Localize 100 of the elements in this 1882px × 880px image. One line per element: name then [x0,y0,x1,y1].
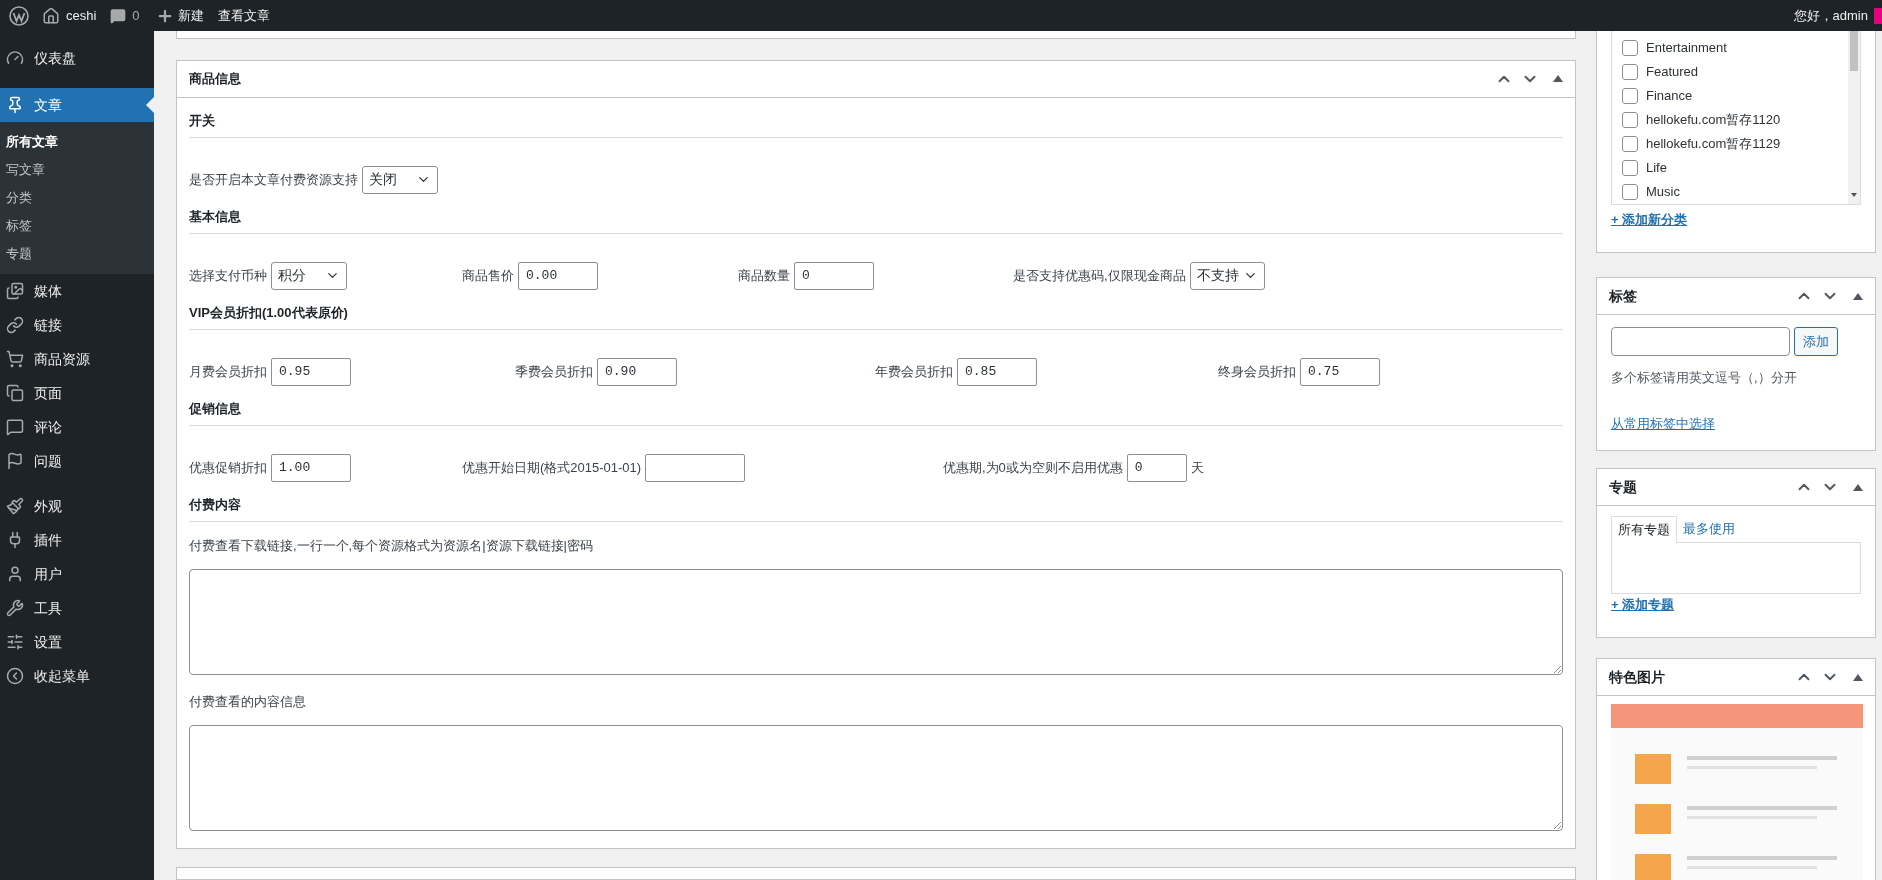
add-category-link[interactable]: + 添加新分类 [1611,212,1688,227]
panel-title: 商品信息 [189,70,241,89]
comment-icon[interactable] [110,7,127,24]
collapse-icon [6,667,24,685]
menu-item[interactable]: 评论 [0,410,154,444]
text-input[interactable]: 0.85 [957,357,1037,386]
home-icon[interactable] [42,6,60,25]
select-dropdown[interactable]: 不支持 [1189,261,1265,290]
menu-item[interactable]: 媒体 [0,274,154,308]
resize-handle-icon[interactable] [1553,664,1561,673]
add-topic-link[interactable]: + 添加专题 [1611,597,1675,612]
menu-item[interactable]: 页面 [0,376,154,410]
field-label: 优惠期,为0或为空则不启用优惠 [943,459,1123,478]
settings-icon [6,633,24,651]
category-label[interactable]: Finance [1646,86,1693,106]
tag-input[interactable] [1611,327,1790,356]
dashboard-icon [6,49,24,67]
wrench-icon [6,599,24,617]
submenu-item[interactable]: 专题 [0,240,154,268]
checkbox[interactable] [1622,64,1638,80]
media-icon [6,282,24,300]
submenu-item[interactable]: 标签 [0,212,154,240]
text-input[interactable]: 0.95 [271,357,351,386]
pages-icon [6,384,24,402]
menu-item[interactable]: 链接 [0,308,154,342]
field-label: 付费查看下载链接,一行一个,每个资源格式为资源名|资源下载链接|密码 [189,536,594,555]
menu-item[interactable]: 商品资源 [0,342,154,376]
select-dropdown[interactable]: 关闭 [362,165,438,194]
menu-item[interactable]: 工具 [0,591,154,625]
menu-item[interactable]: 文章 [0,88,154,122]
link-icon [6,316,24,334]
box-title: 专题 [1609,477,1637,497]
submenu-item[interactable]: 写文章 [0,156,154,184]
checkbox[interactable] [1622,160,1638,176]
greeting-text[interactable]: 您好，admin [1793,5,1874,26]
category-label[interactable]: Featured [1646,62,1699,82]
section-heading: 促销信息 [189,392,1563,426]
submenu-item[interactable]: 所有文章 [0,128,154,156]
box-title: 特色图片 [1609,667,1665,687]
select-dropdown[interactable]: 积分 [271,261,347,290]
wordpress-logo[interactable] [9,5,29,26]
menu-item[interactable]: 设置 [0,625,154,659]
field-label: 付费查看的内容信息 [189,692,307,711]
section-heading: 开关 [189,104,1563,138]
submenu-item[interactable]: 分类 [0,184,154,212]
text-input[interactable] [645,453,746,482]
box-title: 标签 [1609,286,1637,306]
checkbox[interactable] [1622,40,1638,56]
topic-tab[interactable]: 最多使用 [1677,515,1741,542]
menu-item[interactable]: 仪表盘 [0,41,154,75]
text-input[interactable]: 0.00 [518,261,598,290]
category-label[interactable]: Life [1646,158,1667,178]
field-label: 优惠促销折扣 [189,459,267,478]
text-input[interactable]: 0 [1126,453,1187,482]
field-label: 月费会员折扣 [189,363,267,382]
menu-item[interactable]: 问题 [0,444,154,478]
field-label: 商品数量 [738,267,790,286]
category-label[interactable]: hellokefu.com暂存1129 [1646,134,1781,154]
flag-icon [6,452,24,470]
menu-item[interactable]: 插件 [0,523,154,557]
comment-icon [6,418,24,436]
textarea[interactable] [189,724,1563,831]
resize-handle-icon[interactable] [1553,820,1561,829]
category-label[interactable]: Entertainment [1646,38,1727,58]
field-label: 季费会员折扣 [515,363,593,382]
text-input[interactable]: 0 [794,261,874,290]
new-link[interactable]: 新建 [177,5,204,26]
checkbox[interactable] [1622,88,1638,104]
collapse-toggle-icon[interactable] [1553,75,1563,83]
user-icon [6,565,24,583]
collapse-toggle-icon[interactable] [1853,292,1863,300]
category-label[interactable]: Music [1646,182,1680,202]
scrollbar[interactable] [1848,31,1860,204]
checkbox[interactable] [1622,112,1638,128]
textarea[interactable] [189,568,1563,675]
cart-icon [6,350,24,368]
choose-tags-link[interactable]: 从常用标签中选择 [1611,416,1715,431]
comment-count[interactable]: 0 [132,5,140,26]
field-label: 商品售价 [462,267,514,286]
collapse-toggle-icon[interactable] [1853,483,1863,491]
text-input[interactable]: 0.90 [597,357,677,386]
menu-item[interactable]: 用户 [0,557,154,591]
add-tag-button[interactable]: 添加 [1794,327,1838,356]
pin-icon [6,96,24,114]
view-post-link[interactable]: 查看文章 [209,5,278,26]
active-pointer-icon [146,97,154,113]
section-heading: 付费内容 [189,488,1563,522]
menu-item[interactable]: 收起菜单 [0,659,154,693]
field-label: 优惠开始日期(格式2015-01-01) [462,459,642,478]
field-label: 年费会员折扣 [875,363,953,382]
text-input[interactable]: 0.75 [1300,357,1380,386]
menu-item[interactable]: 外观 [0,489,154,523]
site-name-link[interactable]: ceshi [66,5,97,26]
avatar[interactable] [1874,7,1882,24]
topic-tab[interactable]: 所有专题 [1611,516,1677,543]
checkbox[interactable] [1622,184,1638,200]
text-input[interactable]: 1.00 [271,453,351,482]
collapse-toggle-icon[interactable] [1853,673,1863,681]
category-label[interactable]: hellokefu.com暂存1120 [1646,110,1781,130]
checkbox[interactable] [1622,136,1638,152]
